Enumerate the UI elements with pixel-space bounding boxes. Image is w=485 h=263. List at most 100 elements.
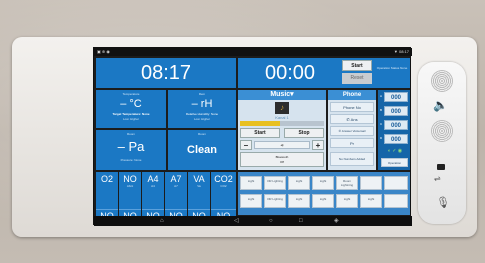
recent-apps-icon[interactable]: □	[299, 218, 303, 224]
speaker-panel: 🔈 ⇌ 🎙	[418, 62, 466, 224]
humidity-target: Relative Humidity: None	[185, 112, 219, 116]
pressure-label: Room	[126, 132, 135, 136]
navigation-bar: ⌂ ◁ ○ □ ◈	[94, 216, 412, 226]
gas-sub: CO2	[220, 184, 227, 188]
temperature-label: Temperature	[122, 92, 140, 96]
voicemail-icon: ✆	[338, 129, 342, 133]
volume-up-button[interactable]: +	[312, 140, 324, 150]
speaker-grille-top	[431, 70, 453, 92]
speaker-icon: 🔈	[433, 98, 448, 112]
usb-icon: ⇌	[434, 174, 441, 183]
phone-contact-button[interactable]: Pr	[330, 138, 374, 148]
lighting-button[interactable]: Light	[288, 194, 310, 208]
temperature-value: – °C	[120, 98, 142, 110]
humidity-tile[interactable]: Rem – rH Relative Humidity: None Low: Hi…	[168, 90, 236, 128]
phone-number-button[interactable]: Phone No	[330, 102, 374, 112]
humidity-range: Low: Higher	[193, 117, 210, 121]
pressure-tile[interactable]: Room – Pa Pressure: None	[96, 130, 166, 170]
gas-tile-a4: A4A4NO	[142, 172, 164, 222]
microphone-icon: 🎙	[436, 197, 450, 209]
cleanliness-label: Room	[197, 132, 206, 136]
lighting-button[interactable]: Room Lightning	[336, 176, 358, 190]
lighting-button[interactable]	[384, 176, 408, 190]
phone-no-numbers: No Numbers Added	[330, 152, 374, 166]
home-icon[interactable]: ○	[269, 218, 273, 224]
music-start-button[interactable]: Start	[240, 128, 280, 138]
phone-panel: Phone Phone No ✆ Ans ✆ Answer Voicemail …	[328, 90, 376, 170]
operation-button[interactable]: Operation	[381, 158, 408, 167]
clock-tile: 08:17	[96, 58, 236, 88]
cleanliness-tile[interactable]: Room Clean	[168, 130, 236, 170]
lighting-button[interactable]	[360, 176, 382, 190]
timer-reset-button[interactable]: Reset	[342, 73, 372, 84]
pressure-value: – Pa	[117, 139, 145, 154]
temperature-tile[interactable]: Temperature – °C Target Temperature: Non…	[96, 90, 166, 128]
touch-screen: ▣ ⊕ ◉ ▼ 08:17 08:17 00:00 Start Reset Op…	[93, 47, 412, 226]
music-source-button[interactable]: Bluetooth Off	[240, 152, 324, 167]
gas-tile-no: NOAbntNO	[119, 172, 141, 222]
lighting-button[interactable]: OR Lighting	[264, 194, 286, 208]
menu-icon[interactable]: ◈	[334, 218, 339, 224]
phone-answer-button[interactable]: ✆ Answer Voicemail	[330, 126, 374, 136]
indicator-c: 000	[384, 120, 408, 130]
phone-header: Phone	[328, 90, 376, 100]
indicator-d: 000	[384, 134, 408, 144]
lighting-button[interactable]: Light	[360, 194, 382, 208]
music-track: Kanal 1	[275, 115, 289, 120]
lighting-button[interactable]: Light	[312, 194, 334, 208]
gas-code: A4	[147, 174, 159, 184]
lighting-button[interactable]: Light	[336, 194, 358, 208]
phone-call-label: Ans	[350, 117, 358, 122]
music-note-icon: ♪	[275, 102, 289, 114]
gas-code: VA	[193, 174, 205, 184]
pressure-sub: Pressure: None	[120, 158, 142, 162]
music-source-sub: Off	[280, 160, 284, 164]
lighting-button[interactable]: Light	[288, 176, 310, 190]
phone-answer-label: Answer Voicemail	[341, 129, 366, 133]
music-stop-button[interactable]: Stop	[284, 128, 324, 138]
lighting-button[interactable]: OR Lighting	[264, 176, 286, 190]
lighting-button[interactable]	[384, 194, 408, 208]
indicator-a-label: A	[380, 94, 383, 98]
status-left-icons: ▣ ⊕ ◉	[97, 49, 110, 54]
temperature-range: Low: Higher	[122, 117, 139, 121]
gas-sub: Va	[197, 184, 201, 188]
gas-tile-a7: A7A7NO	[165, 172, 187, 222]
music-progress-fill	[240, 121, 281, 126]
timer-info: Operation Status None	[376, 66, 408, 70]
cleanliness-value: Clean	[187, 144, 217, 156]
indicator-b: 000	[384, 106, 408, 116]
clock-time: 08:17	[140, 62, 192, 84]
music-title: Music	[270, 91, 291, 98]
gas-code: CO2	[214, 174, 233, 184]
volume-down-button[interactable]: –	[240, 140, 252, 150]
gas-code: NO	[123, 174, 137, 184]
chevron-down-icon: ▾	[290, 91, 294, 98]
humidity-label: Rem	[198, 92, 206, 96]
screenshot-icon[interactable]: ⌂	[160, 218, 164, 224]
status-icons[interactable]: ◐ ✓ ◉	[381, 148, 409, 154]
music-header[interactable]: Music▾	[238, 90, 326, 100]
lighting-button[interactable]: Light	[312, 176, 334, 190]
lighting-button[interactable]: Light	[240, 194, 262, 208]
gas-code: O2	[100, 174, 113, 184]
status-bar: ▣ ⊕ ◉ ▼ 08:17	[94, 48, 412, 56]
usb-port-icon	[437, 164, 445, 170]
timer-tile: 00:00 Start Reset Operation Status None	[238, 58, 410, 88]
phone-call-button[interactable]: ✆ Ans	[330, 114, 374, 124]
indicator-c-label: C	[380, 122, 383, 126]
gas-tile-va: VAVaNO	[188, 172, 210, 222]
humidity-value: – rH	[191, 98, 213, 110]
music-progress-bar	[240, 121, 324, 126]
back-icon[interactable]: ◁	[234, 218, 239, 224]
gas-sub: A4	[151, 184, 155, 188]
timer-start-button[interactable]: Start	[342, 60, 372, 71]
gas-sub: Abnt	[126, 184, 134, 188]
lighting-button[interactable]: Light	[240, 176, 262, 190]
volume-slider[interactable]: ◀)	[254, 141, 310, 149]
indicator-d-label: D	[380, 136, 383, 140]
indicator-a: 000	[384, 92, 408, 102]
temperature-target: Target Temperature: None	[112, 112, 150, 116]
indicator-b-label: B	[380, 108, 383, 112]
gas-tile-o2: O2NO	[96, 172, 118, 222]
